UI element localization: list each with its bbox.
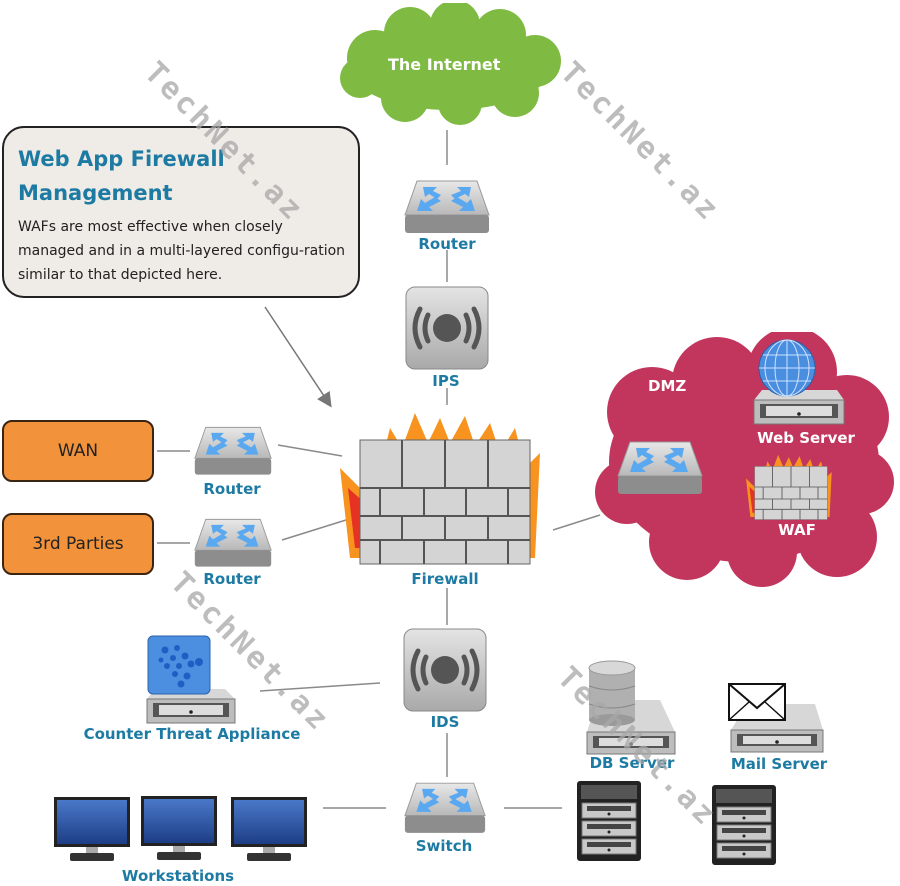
mail-server-icon[interactable] — [727, 682, 825, 754]
web-server-label: Web Server — [757, 429, 855, 447]
wan-box[interactable]: WAN — [2, 420, 154, 482]
switch-icon[interactable] — [403, 779, 487, 837]
firewall-icon[interactable] — [340, 408, 550, 568]
router-3rd-label: Router — [203, 570, 261, 588]
router-top-label: Router — [418, 235, 476, 253]
callout-arrow — [264, 306, 332, 408]
ips-icon[interactable] — [404, 285, 490, 371]
callout-box: Web App Firewall Management WAFs are most… — [2, 126, 360, 298]
callout-title: Web App Firewall Management — [18, 147, 225, 205]
waf-icon[interactable] — [746, 452, 836, 522]
internet-label: The Internet — [388, 55, 501, 74]
callout-body: WAFs are most effective when closely man… — [18, 219, 346, 283]
router-dmz-icon[interactable] — [616, 438, 704, 498]
ips-label: IPS — [432, 372, 460, 390]
workstations-label: Workstations — [121, 867, 235, 885]
rack-server-2-icon[interactable] — [710, 783, 778, 867]
mail-server-label: Mail Server — [730, 755, 828, 773]
router-wan-label: Router — [203, 480, 261, 498]
dmz-label: DMZ — [648, 377, 687, 395]
waf-label: WAF — [778, 521, 816, 539]
rack-server-1-icon[interactable] — [575, 779, 643, 863]
ids-icon[interactable] — [402, 627, 488, 713]
ids-label: IDS — [430, 713, 460, 731]
router-3rd-icon[interactable] — [193, 515, 273, 571]
web-server-icon[interactable] — [752, 338, 847, 428]
firewall-label: Firewall — [411, 570, 479, 588]
counter-threat-label: Counter Threat Appliance — [83, 725, 301, 743]
switch-label: Switch — [415, 837, 473, 855]
workstation-1-icon[interactable] — [52, 795, 132, 865]
workstation-2-icon[interactable] — [139, 794, 219, 864]
third-parties-box[interactable]: 3rd Parties — [2, 513, 154, 575]
router-wan-icon[interactable] — [193, 423, 273, 479]
link-router-firewall — [277, 444, 343, 457]
workstation-3-icon[interactable] — [229, 795, 309, 865]
link-router3rd-firewall — [281, 519, 347, 541]
router-top-icon[interactable] — [403, 177, 491, 237]
